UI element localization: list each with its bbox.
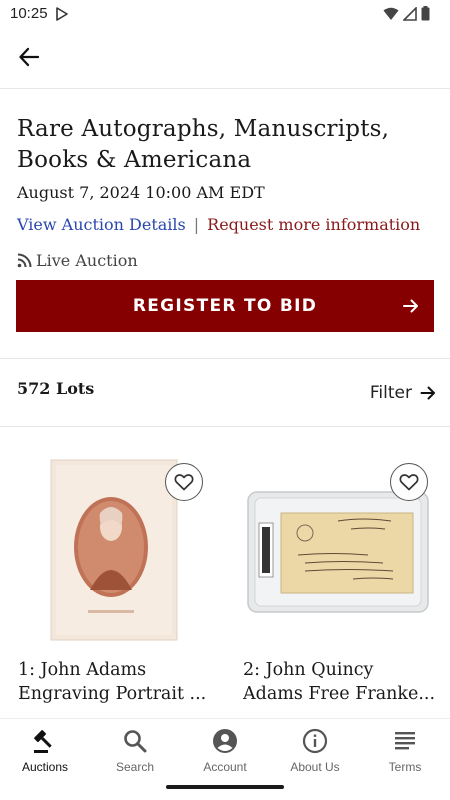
nav-item-about[interactable]: About Us [270,719,360,780]
nav-item-search[interactable]: Search [90,719,180,780]
divider [0,88,450,89]
arrow-right-icon [403,299,418,313]
arrow-right-icon [420,386,435,400]
search-icon [124,730,147,753]
lot-title-line1: 1: John Adams [18,660,147,680]
bottom-nav: Auctions Search Account About Us Terms [0,718,450,780]
nav-label: Account [203,760,247,774]
nav-item-terms[interactable]: Terms [360,719,450,780]
wifi-icon [383,7,399,20]
lot-title-line2: Adams Free Franke... [243,684,436,704]
rss-icon [17,253,32,268]
heart-icon [174,474,194,491]
status-bar: 10:25 [0,0,450,28]
signal-icon [403,6,417,21]
view-auction-details-link[interactable]: View Auction Details [17,215,186,234]
auction-date: August 7, 2024 10:00 AM EDT [17,183,265,202]
status-time: 10:25 [10,5,48,22]
arrow-left-icon [19,47,40,67]
divider [0,426,450,427]
filter-label: Filter [369,383,412,403]
divider [0,358,450,359]
account-icon [213,729,237,753]
lot-title-line1: 2: John Quincy [243,660,374,680]
nav-label: About Us [290,760,340,774]
back-button[interactable] [14,42,44,72]
app-bar [0,28,450,88]
lots-count: 572 Lots [17,379,95,398]
gesture-bar [166,785,284,789]
menu-lines-icon [395,732,415,750]
heart-icon [399,474,419,491]
gavel-icon [34,730,52,753]
lot-card[interactable]: 2: John Quincy Adams Free Franke... [243,455,443,715]
nav-label: Search [115,760,155,774]
favorite-button[interactable] [165,463,203,501]
auction-type: Live Auction [17,251,138,270]
nav-label: Terms [388,760,422,774]
battery-icon [421,6,430,21]
nav-item-auctions[interactable]: Auctions [0,719,90,780]
register-label: REGISTER TO BID [132,296,318,316]
nav-label: Auctions [21,760,69,774]
filter-button[interactable]: Filter [370,383,436,403]
auction-links: View Auction Details | Request more inform… [17,215,420,234]
auction-title: Rare Autographs, Manuscripts, Books & Am… [17,116,390,173]
lot-title: 1: John Adams Engraving Portrait ... [18,658,218,706]
favorite-button[interactable] [390,463,428,501]
status-icons [383,6,430,21]
lot-card[interactable]: 1: John Adams Engraving Portrait ... [18,455,218,715]
lot-title: 2: John Quincy Adams Free Franke... [243,658,443,706]
info-icon [302,728,328,754]
register-to-bid-button[interactable]: REGISTER TO BID [16,280,434,332]
lot-title-line2: Engraving Portrait ... [18,684,207,704]
link-separator: | [193,215,200,234]
auction-type-label: Live Auction [36,251,138,270]
request-info-link[interactable]: Request more information [207,215,420,234]
nav-item-account[interactable]: Account [180,719,270,780]
play-store-icon [56,7,68,21]
